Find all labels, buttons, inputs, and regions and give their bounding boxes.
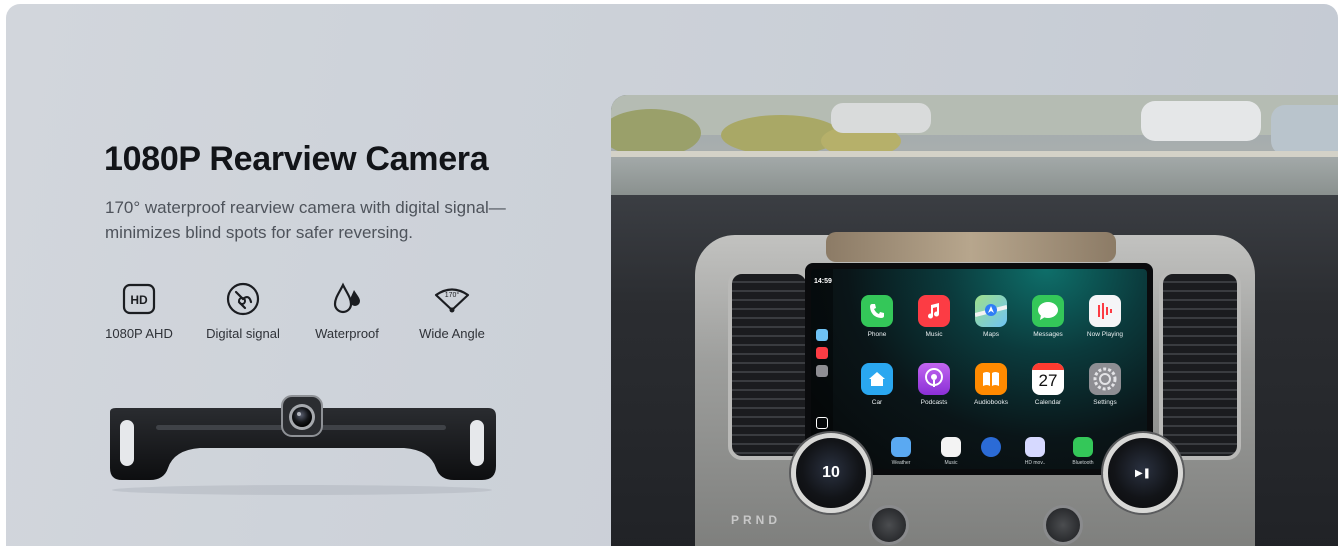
- app-phone[interactable]: Phone: [849, 295, 905, 338]
- settings-icon[interactable]: [816, 365, 828, 377]
- dock-label: Bluetooth: [1072, 460, 1094, 466]
- feature-hd: HD 1080P AHD: [102, 280, 176, 341]
- clock: 14:59: [814, 278, 832, 285]
- dock-music[interactable]: Music: [931, 437, 971, 466]
- bluetooth-phone-icon: [1073, 437, 1093, 457]
- settings-gear-icon: [1089, 363, 1121, 395]
- app-label: Calendar: [1034, 399, 1062, 406]
- gear-selector: PRND: [731, 513, 782, 527]
- wide-angle-badge: 170°: [445, 291, 460, 299]
- water-drop-icon: [333, 282, 360, 314]
- calendar-day: 27: [1038, 371, 1058, 390]
- wood-trim: [826, 232, 1116, 262]
- feature-label: Wide Angle: [419, 326, 485, 341]
- app-label: Maps: [983, 331, 999, 338]
- app-label: Music: [925, 331, 943, 338]
- calendar-icon: 27: [1032, 363, 1064, 395]
- app-settings[interactable]: Settings: [1077, 363, 1133, 406]
- play-pause-icon: ▶❚: [1134, 468, 1152, 479]
- app-podcasts[interactable]: Podcasts: [906, 363, 962, 406]
- app-label: Settings: [1093, 399, 1117, 406]
- feature-digital-signal: Digital signal: [200, 280, 286, 341]
- feature-list: HD 1080P AHD Digital signal Waterproof 1…: [102, 280, 502, 350]
- carplay-app-grid: Phone Music Maps Messages Now Playing Ca…: [849, 295, 1139, 425]
- product-description: 170° waterproof rearview camera with dig…: [105, 198, 506, 242]
- home-car-icon: [861, 363, 893, 395]
- app-maps[interactable]: Maps: [963, 295, 1019, 338]
- feature-label: 1080P AHD: [105, 326, 173, 341]
- home-icon[interactable]: [816, 417, 828, 429]
- carplay-dock: Weather Music HD mov.. Bluetooth: [871, 437, 1121, 469]
- dock-weather[interactable]: Weather: [881, 437, 921, 466]
- music-icon: [918, 295, 950, 327]
- app-label: Car: [871, 399, 883, 406]
- digital-signal-icon: [226, 282, 260, 316]
- dock-label: HD mov..: [1024, 460, 1046, 466]
- dock-bluetooth[interactable]: Bluetooth: [1063, 437, 1103, 466]
- volume-knob[interactable]: 10: [791, 433, 871, 513]
- music-icon[interactable]: [816, 347, 828, 359]
- app-car[interactable]: Car: [849, 363, 905, 406]
- wide-angle-icon: 170°: [434, 288, 470, 313]
- maps-icon[interactable]: [816, 329, 828, 341]
- hd-icon: HD: [122, 283, 156, 315]
- dock-hd-movie[interactable]: HD mov..: [1015, 437, 1055, 466]
- app-label: Now Playing: [1086, 331, 1124, 338]
- app-now-playing[interactable]: Now Playing: [1077, 295, 1133, 338]
- volume-value: 10: [822, 464, 840, 481]
- climate-knob-right[interactable]: [1043, 505, 1083, 545]
- messages-icon: [1032, 295, 1064, 327]
- app-audiobooks[interactable]: Audiobooks: [963, 363, 1019, 406]
- podcasts-icon: [918, 363, 950, 395]
- dock-app-switcher[interactable]: [971, 437, 1011, 457]
- license-plate-camera-image: [110, 395, 496, 495]
- app-messages[interactable]: Messages: [1020, 295, 1076, 338]
- app-grid-icon: [981, 437, 1001, 457]
- app-calendar[interactable]: 27 Calendar: [1020, 363, 1076, 406]
- app-label: Podcasts: [920, 399, 948, 406]
- feature-waterproof: Waterproof: [308, 280, 386, 341]
- maps-icon: [975, 295, 1007, 327]
- svg-text:HD: HD: [130, 293, 148, 307]
- feature-label: Digital signal: [206, 326, 280, 341]
- weather-icon: [891, 437, 911, 457]
- page-title: 1080P Rearview Camera: [104, 140, 489, 178]
- now-playing-icon: [1089, 295, 1121, 327]
- carplay-display: 14:59 Phone Music Maps Messages Now Play…: [811, 269, 1147, 469]
- audiobooks-icon: [975, 363, 1007, 395]
- air-vent-right: [1159, 270, 1241, 460]
- app-label: Phone: [867, 331, 887, 338]
- dock-label: Weather: [891, 460, 911, 466]
- tuning-knob[interactable]: ▶❚: [1103, 433, 1183, 513]
- phone-icon: [861, 295, 893, 327]
- feature-label: Waterproof: [315, 326, 379, 341]
- climate-knob-left[interactable]: [869, 505, 909, 545]
- air-vent-left: [728, 270, 810, 460]
- dock-label: Music: [944, 460, 958, 466]
- dashboard-headunit-photo: 14:59 Phone Music Maps Messages Now Play…: [611, 95, 1338, 546]
- hd-movie-icon: [1025, 437, 1045, 457]
- product-banner: 1080P Rearview Camera 170° waterproof re…: [6, 4, 1338, 546]
- app-label: Messages: [1033, 331, 1063, 338]
- app-label: Audiobooks: [974, 399, 1008, 406]
- app-music[interactable]: Music: [906, 295, 962, 338]
- feature-wide-angle: 170° Wide Angle: [408, 280, 496, 341]
- music-disc-icon: [941, 437, 961, 457]
